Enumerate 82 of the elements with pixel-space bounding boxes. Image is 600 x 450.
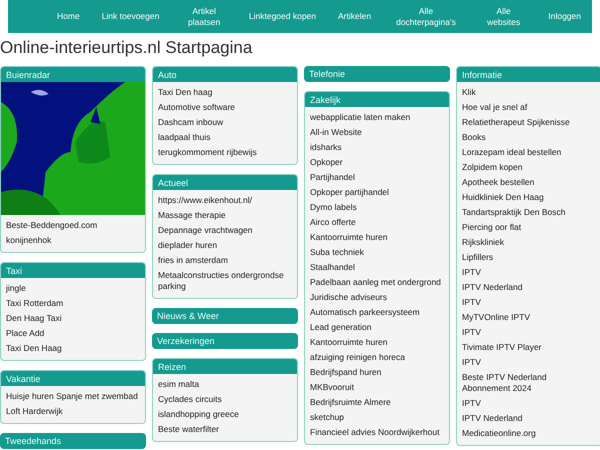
link-item[interactable]: laadpaal thuis: [158, 130, 292, 145]
link-item[interactable]: konijnenhok: [6, 233, 140, 248]
panel-title: Actueel: [158, 178, 188, 188]
panel-title: Zakelijk: [310, 94, 341, 104]
link-item[interactable]: dieplader huren: [158, 238, 292, 253]
link-item[interactable]: IPTV: [462, 355, 596, 370]
link-item[interactable]: jingle: [6, 281, 140, 296]
link-item[interactable]: All-in Website: [310, 125, 444, 140]
link-item[interactable]: Tandartspraktijk Den Bosch: [462, 205, 596, 220]
link-item[interactable]: Bedrijfspand huren: [310, 365, 444, 380]
link-item[interactable]: Dashcam inbouw: [158, 115, 292, 130]
panel-title: Telefonie: [309, 69, 346, 79]
link-item[interactable]: Juridische adviseurs: [310, 290, 444, 305]
link-item[interactable]: Beste waterfilter: [158, 422, 292, 437]
link-item[interactable]: Opkoper: [310, 155, 444, 170]
link-item[interactable]: Financieel advies Noordwijkerhout: [310, 425, 444, 440]
panel-title: Nieuws & Weer: [157, 311, 219, 321]
page-title: Online-interieurtips.nl Startpagina: [0, 38, 254, 58]
link-item[interactable]: terugkommoment rijbewijs: [158, 145, 292, 160]
link-item[interactable]: Opkoper partijhandel: [310, 185, 444, 200]
link-item[interactable]: Airco offerte: [310, 215, 444, 230]
link-item[interactable]: IPTV: [462, 295, 596, 310]
link-item[interactable]: Depannage vrachtwagen: [158, 223, 292, 238]
link-item[interactable]: Lead generation: [310, 320, 444, 335]
link-item[interactable]: Automatisch parkeersysteem: [310, 305, 444, 320]
link-item[interactable]: IPTV: [462, 325, 596, 340]
panel-title: Taxi: [6, 266, 22, 276]
link-item[interactable]: Taxi Den haag: [158, 85, 292, 100]
link-item[interactable]: IPTV Nederland: [462, 280, 596, 295]
link-item[interactable]: Tivimate IPTV Player: [462, 340, 596, 355]
link-item[interactable]: Huisje huren Spanje met zwembad: [6, 389, 140, 404]
link-item[interactable]: IPTV: [462, 396, 596, 411]
link-item[interactable]: Piercing oor flat: [462, 220, 596, 235]
link-item[interactable]: Taxi Den Haag: [6, 341, 140, 356]
link-item[interactable]: Dymo labels: [310, 200, 444, 215]
link-item[interactable]: Hoe val je snel af: [462, 100, 596, 115]
link-item[interactable]: Cyclades circuits: [158, 392, 292, 407]
link-item[interactable]: Kantoorruimte huren: [310, 335, 444, 350]
link-item[interactable]: Staalhandel: [310, 260, 444, 275]
panel-title: Vakantie: [6, 374, 40, 384]
link-item[interactable]: Suba techniek: [310, 245, 444, 260]
link-item[interactable]: esim malta: [158, 377, 292, 392]
link-item[interactable]: Padelbaan aanleg met ondergrond: [310, 275, 444, 290]
link-item[interactable]: Books: [462, 130, 596, 145]
link-item[interactable]: Beste-Beddengoed.com: [6, 218, 140, 233]
panel-title: Reizen: [158, 362, 186, 372]
link-item[interactable]: idsharks: [310, 140, 444, 155]
link-item[interactable]: Rijkskliniek: [462, 235, 596, 250]
link-item[interactable]: Kantoorruimte huren: [310, 230, 444, 245]
link-item[interactable]: Apotheek bestellen: [462, 175, 596, 190]
link-item[interactable]: Relatietherapeut Spijkenisse: [462, 115, 596, 130]
link-item[interactable]: IPTV: [462, 265, 596, 280]
link-item[interactable]: MKBvooruit: [310, 380, 444, 395]
panel-title: Buienradar: [6, 70, 50, 80]
link-item[interactable]: Massage therapie: [158, 208, 292, 223]
panel-title: Informatie: [462, 70, 502, 80]
panel-title: Auto: [158, 70, 177, 80]
panel-title: Verzekeringen: [157, 336, 215, 346]
link-item[interactable]: Den Haag Taxi: [6, 311, 140, 326]
link-item[interactable]: Huidkliniek Den Haag: [462, 190, 596, 205]
link-item[interactable]: Metaalconstructies ondergrondse parking: [158, 268, 292, 294]
link-item[interactable]: Klik: [462, 85, 596, 100]
link-item[interactable]: Partijhandel: [310, 170, 444, 185]
link-item[interactable]: Lorazepam ideal bestellen: [462, 145, 596, 160]
link-item[interactable]: sketchup: [310, 410, 444, 425]
link-item[interactable]: Loft Harderwijk: [6, 404, 140, 419]
link-item[interactable]: Taxi Rotterdam: [6, 296, 140, 311]
link-item[interactable]: Place Add: [6, 326, 140, 341]
link-item[interactable]: Medicatieonline.org: [462, 426, 596, 441]
link-item[interactable]: webapplicatie laten maken: [310, 110, 444, 125]
link-item[interactable]: Zolpidem kopen: [462, 160, 596, 175]
link-item[interactable]: MyTVOnline IPTV: [462, 310, 596, 325]
panel-title: Tweedehands: [5, 436, 62, 446]
link-item[interactable]: Bedrijfsruimte Almere: [310, 395, 444, 410]
link-item[interactable]: IPTV Nederland: [462, 411, 596, 426]
link-item[interactable]: Beste IPTV Nederland Abonnement 2024: [462, 370, 596, 396]
link-item[interactable]: Lipfillers: [462, 250, 596, 265]
link-item[interactable]: islandhopping greece: [158, 407, 292, 422]
link-item[interactable]: https://www.eikenhout.nl/: [158, 193, 292, 208]
link-item[interactable]: afzuiging reinigen horeca: [310, 350, 444, 365]
link-item[interactable]: fries in amsterdam: [158, 253, 292, 268]
link-item[interactable]: Automotive software: [158, 100, 292, 115]
